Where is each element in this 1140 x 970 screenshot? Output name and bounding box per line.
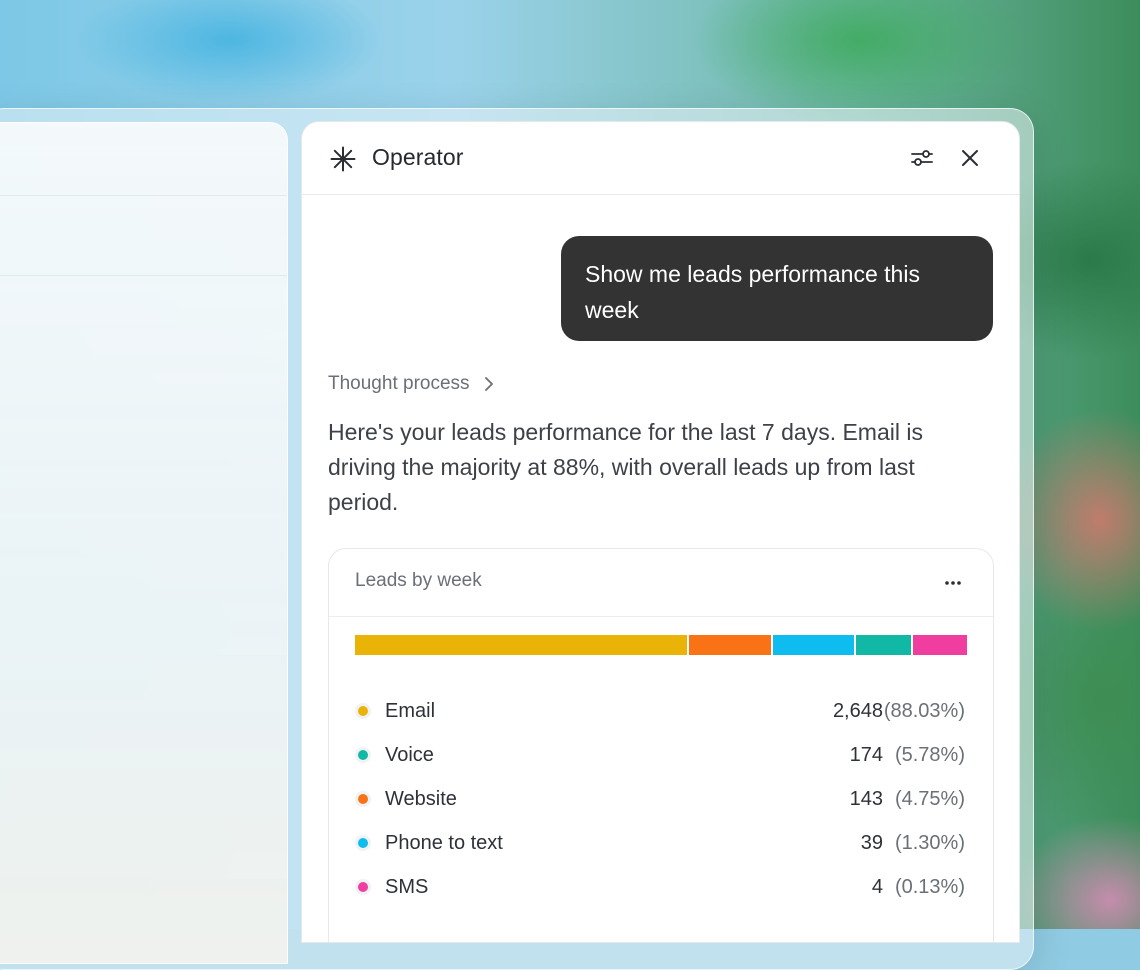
legend: Email 2,648 (88.03%) Voice 174 (5.78%) Website… <box>355 689 967 909</box>
sliders-icon[interactable] <box>909 145 935 171</box>
legend-dot-fill <box>358 794 368 804</box>
legend-dot <box>355 703 371 719</box>
legend-dot <box>355 791 371 807</box>
panel-title: Operator <box>372 144 464 170</box>
stacked-bar <box>355 635 968 655</box>
legend-item: SMS 4 (0.13%) <box>355 865 967 909</box>
panel-header: Operator <box>302 122 1019 195</box>
asterisk-icon <box>330 146 356 172</box>
legend-value: 39 <box>860 831 883 854</box>
legend-label: Phone to text <box>385 831 503 854</box>
legend-item: Website 143 (4.75%) <box>355 777 967 821</box>
legend-percent: (5.78%) <box>894 743 965 766</box>
legend-item: Email 2,648 (88.03%) <box>355 689 967 733</box>
card-header: Leads by week <box>329 549 993 617</box>
legend-percent: (0.13%) <box>894 875 965 898</box>
legend-item: Voice 174 (5.78%) <box>355 733 967 777</box>
user-message-bubble: Show me leads performance this week <box>561 236 993 341</box>
left-panel-divider <box>0 275 287 276</box>
bar-segment-email <box>355 635 688 655</box>
left-panel-divider <box>0 195 287 196</box>
legend-label: Website <box>385 787 457 810</box>
legend-dot-fill <box>358 838 368 848</box>
legend-value: 2,648 <box>832 699 883 722</box>
bar-segment-website <box>689 635 771 655</box>
bar-segment-sms <box>912 635 968 655</box>
legend-dot-fill <box>358 750 368 760</box>
legend-dot <box>355 879 371 895</box>
more-horizontal-icon[interactable] <box>941 571 965 595</box>
legend-percent: (88.03%) <box>883 699 965 722</box>
legend-percent: (4.75%) <box>894 787 965 810</box>
legend-dot <box>355 747 371 763</box>
close-icon[interactable] <box>957 145 983 171</box>
legend-label: Email <box>385 699 436 722</box>
assistant-reply: Here's your leads performance for the la… <box>328 419 923 515</box>
legend-value: 174 <box>849 743 883 766</box>
leads-card: Leads by week Email 2,648 (88.03%) Voice 174… <box>328 548 994 942</box>
legend-percent: (1.30%) <box>894 831 965 854</box>
operator-panel: Operator Show me leads performance this … <box>301 121 1020 943</box>
legend-item: Phone to text 39 (1.30%) <box>355 821 967 865</box>
legend-label: Voice <box>385 743 434 766</box>
legend-dot <box>355 835 371 851</box>
bar-segment-phone-to-text <box>772 635 855 655</box>
legend-label: SMS <box>385 875 429 898</box>
thought-process-label: Thought process <box>328 373 470 394</box>
bar-segment-voice <box>856 635 911 655</box>
left-panel <box>0 122 288 964</box>
legend-value: 143 <box>849 787 883 810</box>
thought-process-toggle[interactable]: Thought process <box>328 373 498 395</box>
card-title: Leads by week <box>355 570 482 591</box>
legend-dot-fill <box>358 882 368 892</box>
legend-value: 4 <box>871 875 883 898</box>
legend-dot-fill <box>358 706 368 716</box>
chevron-right-icon <box>484 377 493 391</box>
